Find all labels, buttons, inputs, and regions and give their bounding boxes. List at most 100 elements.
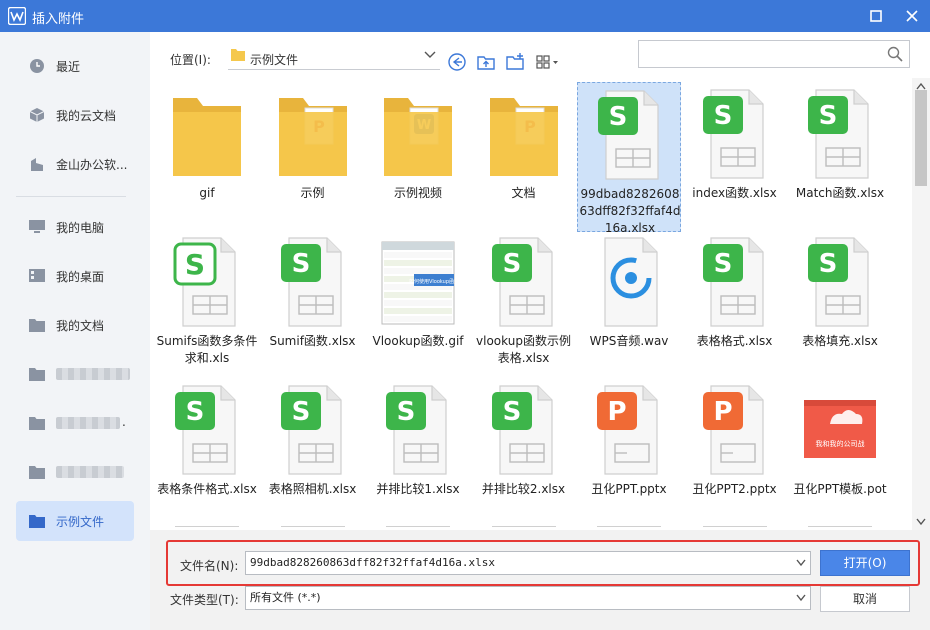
chevron-down-icon[interactable] — [796, 559, 806, 567]
cancel-button[interactable]: 取消 — [820, 586, 910, 612]
scrollbar-thumb[interactable] — [915, 90, 927, 186]
sidebar-divider — [16, 196, 126, 197]
spreadsheet-icon: S — [280, 385, 342, 475]
file-name: index函数.xlsx — [692, 186, 777, 200]
file-name: 文档 — [511, 186, 536, 200]
folder-icon: P — [278, 98, 347, 176]
template-thumbnail-icon: 我和我的公司战 — [804, 400, 876, 458]
svg-text:S: S — [185, 248, 205, 281]
file-item[interactable]: Svlookup函数示例表格.xlsx — [472, 230, 576, 380]
chevron-down-icon[interactable] — [796, 594, 806, 602]
sidebar-item-blurred-2[interactable]: . — [16, 403, 134, 443]
sidebar-item-my-desktop[interactable]: 我的桌面 — [16, 256, 134, 296]
filename-label: 文件名(N): — [180, 559, 239, 573]
sidebar-item-sample-files[interactable]: 示例文件 — [16, 501, 134, 541]
wps-logo-icon — [8, 7, 26, 25]
svg-text:S: S — [502, 249, 521, 279]
file-name: Vlookup函数.gif — [372, 334, 464, 348]
file-item[interactable]: P 文档 — [472, 82, 576, 232]
thumb-caption: 如何使用Vlookup函数 — [409, 278, 456, 285]
view-mode-icon[interactable] — [535, 52, 561, 72]
folder-icon: W — [384, 98, 452, 176]
file-item[interactable]: W 示例视频 — [366, 82, 470, 232]
file-name: 表格照相机.xlsx — [268, 482, 357, 496]
search-input[interactable] — [638, 40, 910, 68]
spreadsheet-icon: S — [598, 90, 659, 180]
filename-value: 99dbad828260863dff82f32ffaf4d16a.xlsx — [250, 556, 496, 569]
filename-input[interactable]: 99dbad828260863dff82f32ffaf4d16a.xlsx — [245, 551, 811, 575]
file-item[interactable]: S 表格条件格式.xlsx — [155, 378, 259, 528]
file-item[interactable]: 我和我的公司战 丑化PPT模板.pot — [788, 378, 892, 528]
file-name: Sumif函数.xlsx — [269, 334, 356, 348]
location-dropdown[interactable]: 示例文件 — [228, 44, 440, 70]
svg-text:S: S — [397, 397, 416, 427]
file-item[interactable]: S 并排比较1.xlsx — [366, 378, 470, 528]
file-name: 丑化PPT2.pptx — [692, 482, 777, 496]
sidebar-item-cloud-docs[interactable]: 我的云文档 — [16, 95, 134, 135]
back-icon[interactable] — [447, 52, 467, 72]
file-name: 示例 — [300, 186, 325, 200]
new-folder-icon[interactable] — [505, 52, 525, 72]
file-item[interactable]: WPS音频.wav — [577, 230, 681, 380]
file-name: vlookup函数示例表格.xlsx — [476, 334, 571, 365]
file-item[interactable]: P 丑化PPT.pptx — [577, 378, 681, 528]
sidebar-item-blurred-3[interactable] — [16, 452, 134, 492]
sidebar-item-my-computer[interactable]: 我的电脑 — [16, 207, 134, 247]
folder-icon: P — [489, 98, 558, 176]
file-item[interactable]: P 丑化PPT2.pptx — [683, 378, 787, 528]
audio-icon — [604, 237, 658, 327]
blurred-label — [56, 417, 120, 429]
filetype-select[interactable]: 所有文件 (*.*) — [245, 586, 811, 610]
file-item[interactable]: gif — [155, 82, 259, 232]
sidebar-item-label: 我的电脑 — [56, 221, 105, 235]
file-item[interactable]: 如何使用Vlookup函数 Vlookup函数.gif — [366, 230, 470, 380]
sidebar-item-my-documents[interactable]: 我的文档 — [16, 305, 134, 345]
spreadsheet-icon: S — [808, 89, 869, 179]
svg-text:S: S — [713, 249, 732, 279]
presentation-icon: P — [597, 385, 658, 475]
file-name: 表格格式.xlsx — [696, 334, 773, 348]
vertical-scrollbar[interactable] — [912, 78, 930, 530]
file-item[interactable]: S 表格填充.xlsx — [788, 230, 892, 380]
file-name: 并排比较2.xlsx — [481, 482, 566, 496]
sidebar-item-label: 示例文件 — [56, 515, 105, 529]
sidebar-item-label: 我的云文档 — [56, 109, 117, 123]
file-grid: gif P 示例 W 示例视频 P 文档 S99dbad828260863dff82f32ff… — [150, 78, 912, 530]
image-thumbnail-icon: 如何使用Vlookup函数 — [381, 241, 456, 325]
thumb-caption: 我和我的公司战 — [816, 439, 865, 448]
up-folder-icon[interactable] — [476, 52, 496, 72]
maximize-button[interactable] — [866, 6, 886, 26]
file-item[interactable]: P 示例 — [261, 82, 365, 232]
svg-text:P: P — [713, 397, 732, 427]
presentation-icon: P — [702, 385, 764, 475]
monitor-icon — [29, 220, 45, 233]
folder-icon — [29, 515, 45, 528]
file-item[interactable]: S Sumif函数.xlsx — [261, 230, 365, 380]
clock-icon — [30, 59, 44, 73]
sidebar-item-kingsoft[interactable]: 金山办公软... — [16, 144, 134, 184]
file-item[interactable]: S 表格格式.xlsx — [683, 230, 787, 380]
blurred-label — [56, 466, 124, 478]
file-item[interactable]: S 表格照相机.xlsx — [261, 378, 365, 528]
scroll-down-icon[interactable] — [916, 518, 926, 526]
scroll-up-icon[interactable] — [916, 82, 926, 90]
file-name: 丑化PPT.pptx — [591, 482, 667, 496]
file-item[interactable]: S 并排比较2.xlsx — [472, 378, 576, 528]
svg-text:S: S — [291, 397, 310, 427]
spreadsheet-icon: S — [808, 237, 869, 327]
window-title: 插入附件 — [32, 12, 85, 27]
search-icon — [887, 46, 903, 62]
svg-text:S: S — [502, 397, 521, 427]
folder-icon — [29, 319, 45, 332]
sidebar-item-blurred-1[interactable] — [16, 354, 134, 394]
sidebar-item-label: 我的桌面 — [56, 270, 105, 284]
sidebar-item-label: 最近 — [56, 60, 81, 74]
file-item[interactable]: S Sumifs函数多条件求和.xls — [155, 230, 259, 380]
sidebar-item-recent[interactable]: 最近 — [16, 46, 134, 86]
folder-icon — [173, 98, 241, 176]
open-button[interactable]: 打开(O) — [820, 550, 910, 576]
file-item[interactable]: S Match函数.xlsx — [788, 82, 892, 232]
close-button[interactable] — [902, 6, 922, 26]
file-item[interactable]: S 99dbad828260863dff82f32ffaf4d16a.xlsx — [577, 82, 681, 235]
file-item[interactable]: Sindex函数.xlsx — [683, 82, 787, 232]
